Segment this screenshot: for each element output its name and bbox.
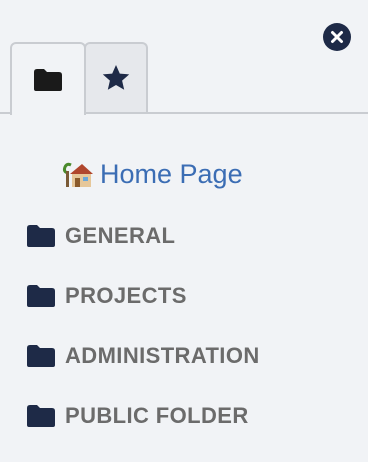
folder-icon bbox=[26, 283, 56, 309]
folder-label: PUBLIC FOLDER bbox=[65, 403, 249, 428]
home-page-label: Home Page bbox=[100, 158, 243, 189]
house-icon bbox=[62, 158, 94, 190]
close-button[interactable] bbox=[323, 23, 351, 51]
close-icon bbox=[331, 31, 343, 43]
tab-folders[interactable] bbox=[10, 42, 86, 115]
folder-icon bbox=[34, 68, 62, 91]
folder-icon bbox=[26, 403, 56, 429]
folder-item-general[interactable]: GENERAL bbox=[26, 220, 175, 252]
folder-item-public-folder[interactable]: PUBLIC FOLDER bbox=[26, 400, 249, 432]
tab-favorites[interactable] bbox=[84, 42, 148, 112]
folder-item-projects[interactable]: PROJECTS bbox=[26, 280, 187, 312]
star-icon bbox=[102, 65, 130, 90]
home-page-link[interactable]: Home Page bbox=[62, 156, 243, 192]
folder-label: ADMINISTRATION bbox=[65, 343, 260, 368]
folder-item-administration[interactable]: ADMINISTRATION bbox=[26, 340, 260, 372]
folder-icon bbox=[26, 343, 56, 369]
folder-icon bbox=[26, 223, 56, 249]
folder-label: GENERAL bbox=[65, 223, 176, 248]
folder-label: PROJECTS bbox=[65, 283, 187, 308]
